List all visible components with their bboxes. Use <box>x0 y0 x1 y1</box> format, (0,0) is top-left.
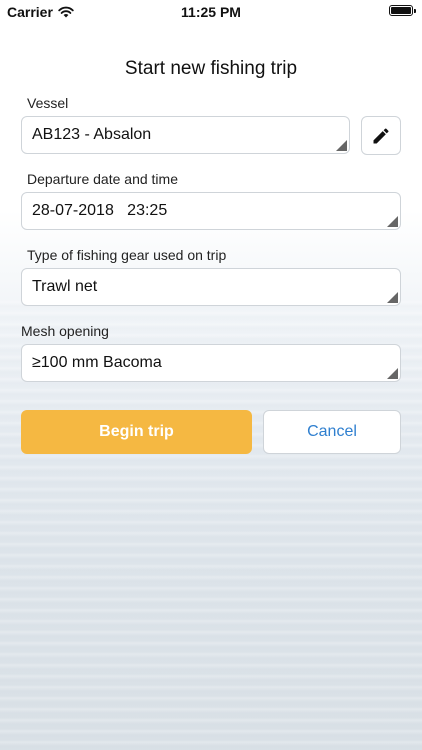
status-bar: Carrier 11:25 PM <box>0 0 422 22</box>
page-title: Start new fishing trip <box>124 58 298 79</box>
vessel-value: AB123 - Absalon <box>32 126 152 143</box>
battery-icon <box>389 5 416 16</box>
dropdown-corner-icon <box>336 140 347 151</box>
pencil-icon <box>373 127 389 143</box>
vessel-label: Vessel <box>27 95 69 111</box>
gear-value: Trawl net <box>32 278 98 295</box>
dropdown-corner-icon <box>387 216 398 227</box>
edit-vessel-button[interactable] <box>361 116 401 155</box>
vessel-select[interactable]: AB123 - Absalon <box>21 116 350 154</box>
mesh-select[interactable]: ≥100 mm Bacoma <box>21 344 401 382</box>
gear-select[interactable]: Trawl net <box>21 268 401 306</box>
departure-label: Departure date and time <box>27 171 178 187</box>
mesh-value: ≥100 mm Bacoma <box>32 354 162 371</box>
cancel-button[interactable]: Cancel <box>263 410 401 454</box>
mesh-label: Mesh opening <box>21 323 109 339</box>
begin-trip-button[interactable]: Begin trip <box>21 410 252 454</box>
gear-label: Type of fishing gear used on trip <box>27 247 227 263</box>
departure-datetime-field[interactable]: 28-07-2018 23:25 <box>21 192 401 230</box>
dropdown-corner-icon <box>387 368 398 379</box>
departure-value: 28-07-2018 23:25 <box>32 202 168 219</box>
dropdown-corner-icon <box>387 292 398 303</box>
status-time: 11:25 PM <box>181 4 241 20</box>
